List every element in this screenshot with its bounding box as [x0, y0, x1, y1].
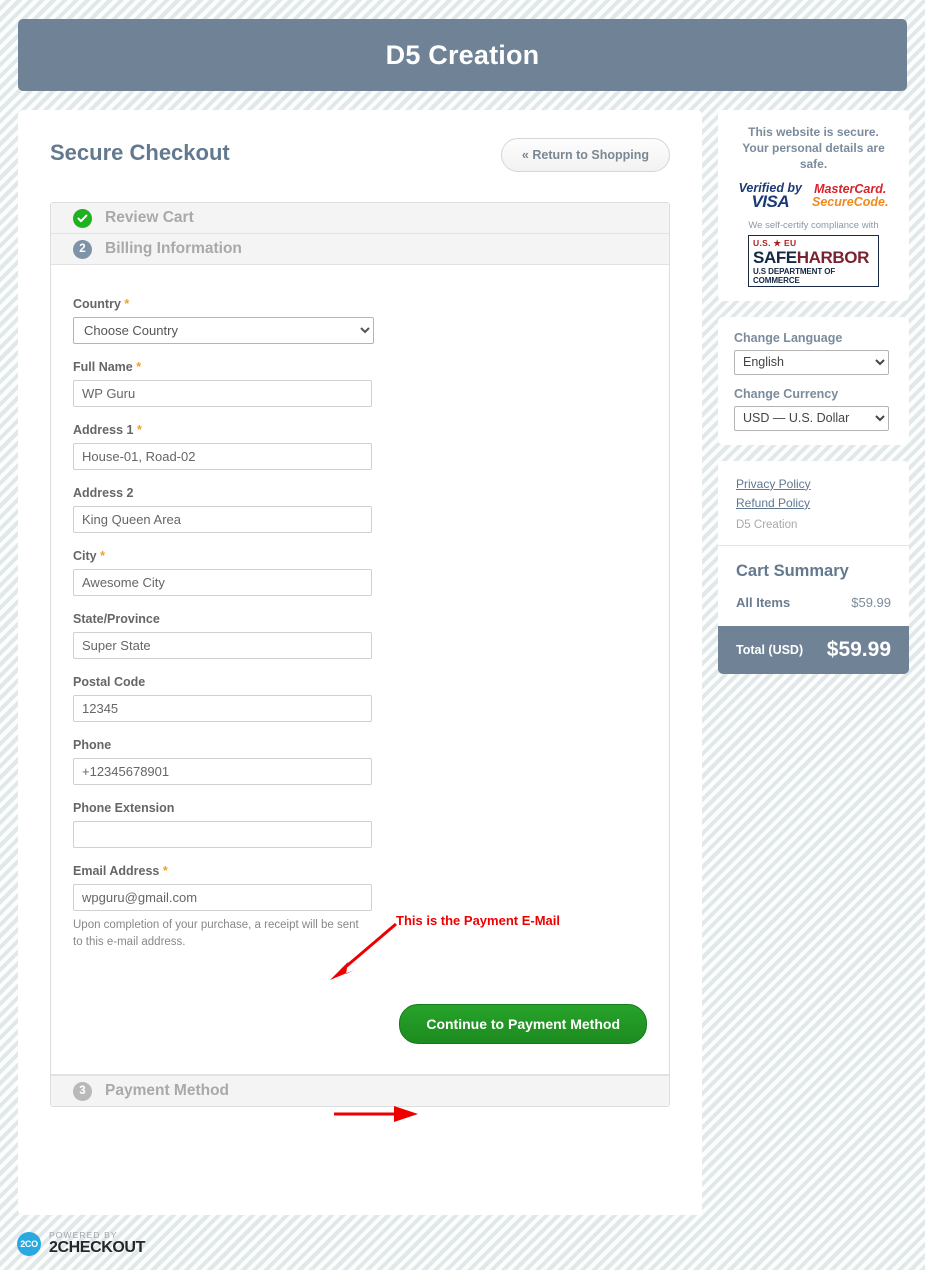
site-header: D5 Creation — [18, 19, 907, 91]
field-country: Country * Choose Country — [73, 297, 669, 344]
total-amount: $59.99 — [826, 637, 891, 661]
2co-badge-icon: 2CO — [17, 1231, 41, 1256]
vendor-name: D5 Creation — [736, 518, 798, 531]
continue-to-payment-method-button[interactable]: Continue to Payment Method — [399, 1004, 647, 1045]
label-postal-code: Postal Code — [73, 675, 146, 689]
address1-input[interactable] — [73, 443, 372, 470]
field-state: State/Province — [73, 612, 669, 659]
step-number-badge-3: 3 — [73, 1081, 92, 1101]
securecode-text: SecureCode. — [812, 194, 889, 209]
security-note: This website is secure. Your personal de… — [742, 125, 885, 172]
currency-select[interactable]: USD — U.S. Dollar — [734, 405, 889, 431]
privacy-policy-link[interactable]: Privacy Policy — [736, 477, 891, 491]
label-city: City * — [73, 549, 105, 563]
form-actions: Continue to Payment Method — [73, 1004, 669, 1045]
change-currency-label: Change Currency — [734, 386, 839, 401]
step-review-cart[interactable]: Review Cart — [51, 203, 669, 234]
required-marker: * — [136, 360, 142, 374]
step-label-payment-method: Payment Method — [105, 1082, 230, 1100]
check-icon — [73, 208, 92, 228]
mastercard-securecode-icon: MasterCard. SecureCode. — [812, 181, 889, 209]
address2-input[interactable] — [73, 506, 372, 533]
field-phone: Phone — [73, 738, 669, 785]
cart-summary-title: Cart Summary — [736, 561, 849, 580]
label-email-address: Email Address * — [73, 864, 168, 878]
powered-by-2checkout-logo: 2CO POWERED BY 2CHECKOUT — [17, 1231, 145, 1257]
step-label-billing-information: Billing Information — [105, 240, 242, 257]
all-items-label: All Items — [736, 594, 791, 610]
checkout-steps: Review Cart 2 Billing Information Countr… — [50, 202, 670, 1108]
email-address-input[interactable] — [73, 884, 372, 911]
cart-summary-card: Privacy Policy Refund Policy D5 Creation… — [718, 460, 909, 674]
cart-total-bar: Total (USD) $59.99 — [718, 625, 909, 674]
sidebar: This website is secure. Your personal de… — [718, 110, 909, 690]
phone-input[interactable] — [73, 758, 372, 785]
step-billing-information[interactable]: 2 Billing Information — [51, 234, 669, 265]
security-card: This website is secure. Your personal de… — [718, 110, 909, 301]
field-city: City * — [73, 549, 669, 596]
country-select[interactable]: Choose Country — [73, 317, 374, 344]
state-input[interactable] — [73, 632, 372, 659]
safe-harbor-name: SAFEHARBOR — [753, 248, 869, 268]
full-name-input[interactable] — [73, 380, 372, 407]
billing-form: Country * Choose Country Full Name * Add… — [51, 265, 669, 1076]
label-address1: Address 1 * — [73, 423, 142, 437]
all-items-amount: $59.99 — [851, 594, 891, 610]
language-select[interactable]: English — [734, 349, 889, 375]
safe-harbor-department: U.S DEPARTMENT OF COMMERCE — [753, 266, 836, 285]
total-label: Total (USD) — [736, 642, 804, 657]
label-full-name: Full Name * — [73, 360, 142, 374]
field-address2: Address 2 — [73, 486, 669, 533]
field-phone-extension: Phone Extension — [73, 801, 669, 848]
label-phone-extension: Phone Extension — [73, 801, 175, 815]
required-marker: * — [124, 297, 130, 311]
postal-code-input[interactable] — [73, 695, 372, 722]
page-header: Secure Checkout « Return to Shopping — [50, 138, 670, 190]
email-help-text: Upon completion of your purchase, a rece… — [73, 919, 359, 948]
verified-by-visa-icon: Verified by VISA — [739, 182, 802, 211]
city-input[interactable] — [73, 569, 372, 596]
field-full-name: Full Name * — [73, 360, 669, 407]
required-marker: * — [162, 864, 168, 878]
visa-text: VISA — [751, 192, 790, 212]
phone-extension-input[interactable] — [73, 821, 372, 848]
step-number-badge-2: 2 — [73, 239, 92, 259]
checkout-card: Secure Checkout « Return to Shopping Rev… — [18, 110, 702, 1215]
payment-security-logos: Verified by VISA MasterCard. SecureCode. — [734, 182, 893, 211]
2checkout-wordmark: POWERED BY 2CHECKOUT — [49, 1231, 145, 1257]
safe-harbor-icon: U.S. ★ EU SAFEHARBOR U.S DEPARTMENT OF C… — [748, 235, 879, 287]
field-email-address: Email Address * Upon completion of your … — [73, 864, 669, 950]
mastercard-text: MasterCard. — [814, 181, 887, 196]
field-postal-code: Postal Code — [73, 675, 669, 722]
required-marker: * — [100, 549, 105, 563]
brand-title: D5 Creation — [385, 39, 540, 70]
return-to-shopping-button[interactable]: « Return to Shopping — [500, 138, 670, 172]
label-state: State/Province — [73, 612, 160, 626]
field-address1: Address 1 * — [73, 423, 669, 470]
step-payment-method[interactable]: 3 Payment Method — [51, 1075, 669, 1107]
label-country: Country * — [73, 297, 130, 311]
step-label-review-cart: Review Cart — [105, 209, 194, 226]
refund-policy-link[interactable]: Refund Policy — [736, 496, 891, 510]
page-title: Secure Checkout — [50, 140, 230, 165]
change-language-label: Change Language — [734, 330, 843, 345]
annotation-payment-email-text: This is the Payment E-Mail — [396, 913, 560, 928]
required-marker: * — [136, 423, 142, 437]
label-address2: Address 2 — [73, 486, 134, 500]
self-certify-text: We self-certify compliance with — [748, 220, 879, 232]
cart-line-all-items: All Items $59.99 — [736, 595, 891, 610]
divider — [718, 544, 909, 546]
locale-card: Change Language English Change Currency … — [718, 316, 909, 445]
label-phone: Phone — [73, 738, 112, 752]
2checkout-name: 2CHECKOUT — [49, 1238, 145, 1256]
